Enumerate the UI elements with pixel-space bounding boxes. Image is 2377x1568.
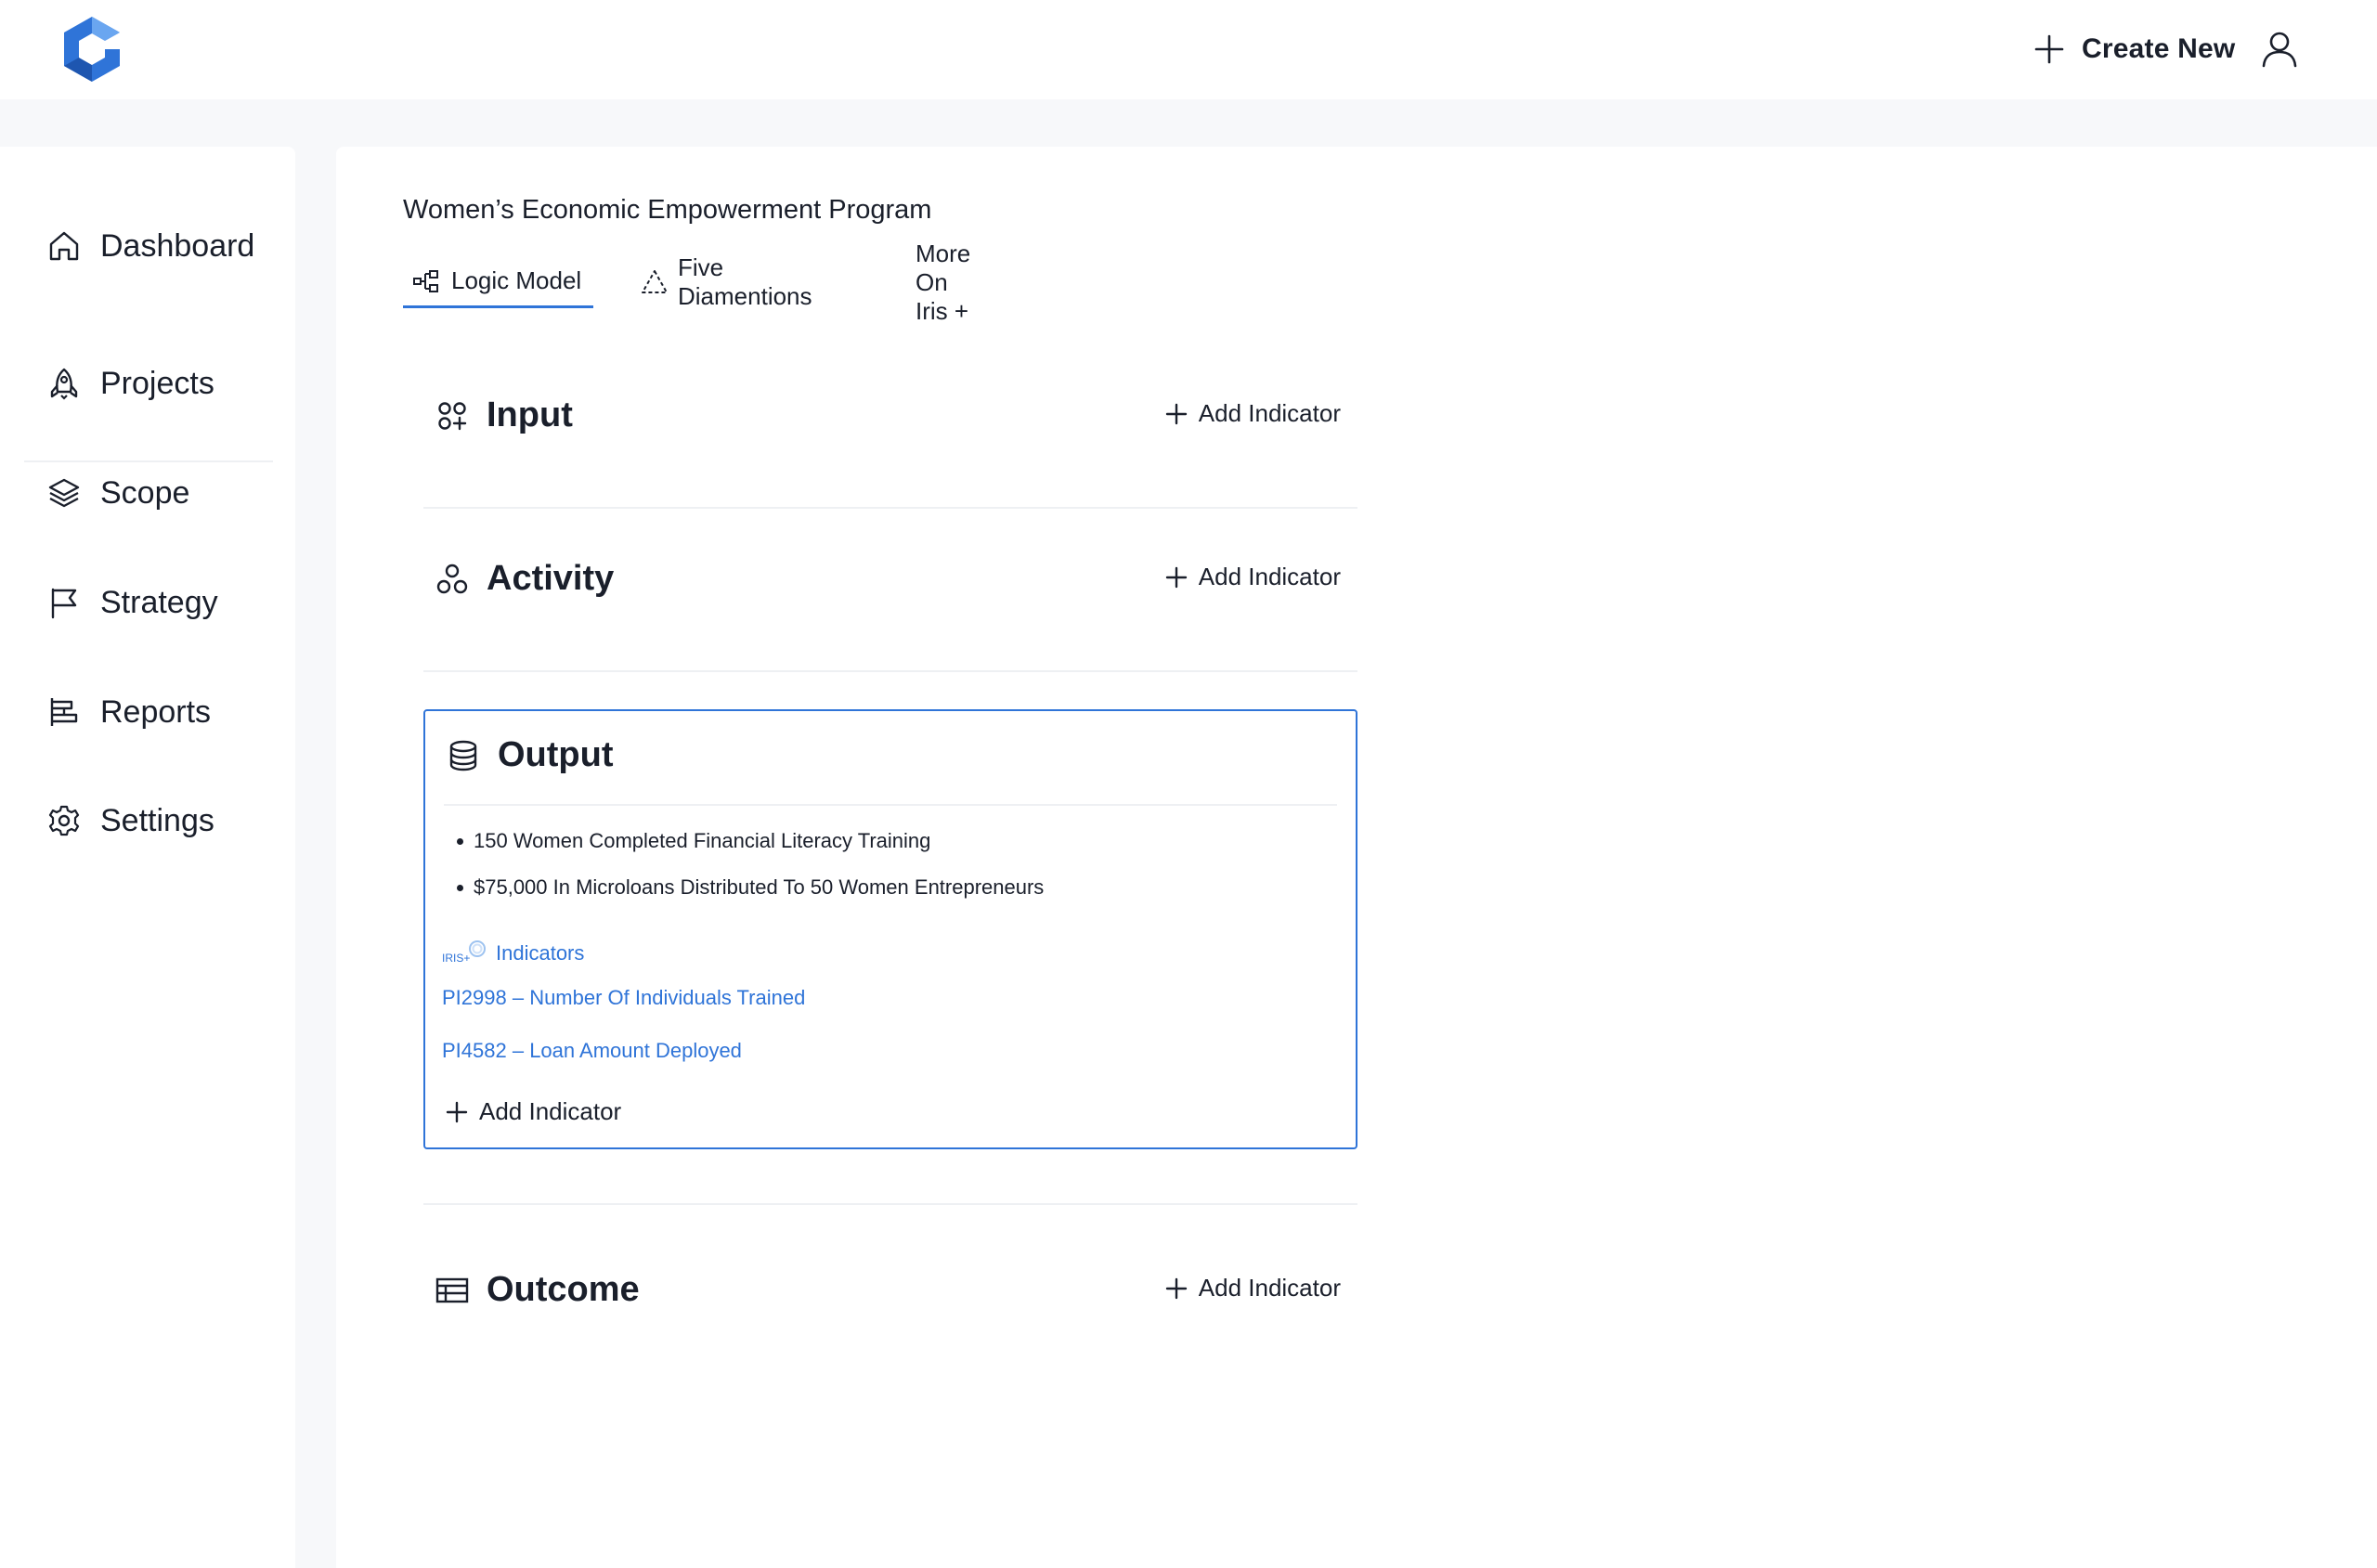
tab-label: Five Diamentions — [678, 253, 812, 310]
section-divider — [423, 1203, 1357, 1205]
tab-label: More On Iris + — [916, 239, 971, 325]
add-indicator-button[interactable]: Add Indicator — [446, 1097, 621, 1126]
user-icon[interactable] — [2260, 30, 2299, 69]
tab-logic-model[interactable]: Logic Model — [403, 256, 593, 308]
card-divider — [444, 804, 1337, 806]
page-title: Women’s Economic Empowerment Program — [403, 195, 932, 225]
sidebar: Dashboard Projects Scope Strategy Report… — [0, 147, 295, 1568]
tab-label: Logic Model — [451, 266, 582, 294]
iris-logo: IRIS+ — [442, 940, 486, 965]
logic-model-icon — [412, 266, 442, 296]
home-icon — [46, 228, 82, 264]
iris-indicators-header: IRIS+ Indicators — [442, 938, 584, 965]
tab-more-on-iris[interactable]: More On Iris + — [906, 240, 980, 325]
reports-icon — [46, 694, 82, 730]
plus-icon — [446, 1101, 468, 1122]
plus-icon — [2034, 34, 2064, 64]
list-item: 150 Women Completed Financial Literacy T… — [455, 826, 1044, 873]
add-indicator-button[interactable]: Add Indicator — [1165, 1274, 1341, 1302]
sidebar-item-reports[interactable]: Reports — [46, 684, 211, 740]
plus-icon — [1165, 1277, 1187, 1299]
table-icon — [435, 1273, 470, 1308]
plus-icon — [1165, 566, 1187, 588]
rocket-icon — [46, 366, 82, 401]
sidebar-divider — [24, 460, 273, 462]
section-title: Activity — [487, 559, 615, 598]
add-indicator-label: Add Indicator — [1198, 1274, 1341, 1302]
sidebar-item-label: Strategy — [100, 584, 218, 620]
section-output[interactable]: Output 150 Women Completed Financial Lit… — [423, 709, 1357, 1149]
input-icon — [435, 398, 470, 434]
sidebar-item-projects[interactable]: Projects — [46, 356, 214, 411]
section-title: Output — [498, 735, 614, 774]
tab-five-diamentions[interactable]: Five Diamentions — [631, 253, 824, 310]
section-input: Input Add Indicator — [423, 345, 1357, 509]
add-indicator-button[interactable]: Add Indicator — [1165, 563, 1341, 591]
gear-icon — [46, 803, 82, 838]
main-panel: Women’s Economic Empowerment Program Log… — [336, 147, 2377, 1568]
sidebar-item-label: Scope — [100, 474, 190, 511]
section-title: Outcome — [487, 1270, 640, 1309]
indicator-link[interactable]: PI2998 – Number Of Individuals Trained — [442, 986, 805, 1010]
sidebar-item-label: Projects — [100, 365, 214, 401]
database-icon — [446, 738, 481, 773]
triangle-icon — [641, 267, 669, 297]
indicators-label: Indicators — [496, 941, 585, 965]
section-title: Input — [487, 395, 573, 434]
sidebar-item-settings[interactable]: Settings — [46, 793, 214, 849]
sidebar-item-label: Reports — [100, 693, 212, 730]
add-indicator-button[interactable]: Add Indicator — [1165, 399, 1341, 428]
sidebar-item-scope[interactable]: Scope — [46, 465, 189, 521]
iris-logo-text: IRIS+ — [442, 952, 470, 965]
app-logo[interactable] — [61, 15, 123, 84]
add-indicator-label: Add Indicator — [479, 1097, 622, 1125]
section-activity: Activity Add Indicator — [423, 509, 1357, 672]
create-new-label: Create New — [2082, 33, 2236, 64]
sidebar-item-label: Settings — [100, 802, 214, 838]
list-item: $75,000 In Microloans Distributed To 50 … — [455, 873, 1044, 919]
flag-icon — [46, 585, 82, 620]
add-indicator-label: Add Indicator — [1198, 563, 1341, 590]
layers-icon — [46, 475, 82, 511]
activity-icon — [435, 562, 470, 597]
plus-icon — [1165, 403, 1187, 424]
sidebar-item-label: Dashboard — [100, 227, 255, 264]
create-new-button[interactable]: Create New — [2033, 28, 2235, 71]
section-outcome: Outcome Add Indicator — [423, 1220, 1357, 1383]
sidebar-item-dashboard[interactable]: Dashboard — [46, 218, 254, 274]
output-list: 150 Women Completed Financial Literacy T… — [455, 826, 1044, 919]
add-indicator-label: Add Indicator — [1198, 399, 1341, 427]
indicator-link[interactable]: PI4582 – Loan Amount Deployed — [442, 1039, 742, 1063]
top-bar: Create New — [0, 0, 2377, 99]
sidebar-item-strategy[interactable]: Strategy — [46, 575, 218, 630]
